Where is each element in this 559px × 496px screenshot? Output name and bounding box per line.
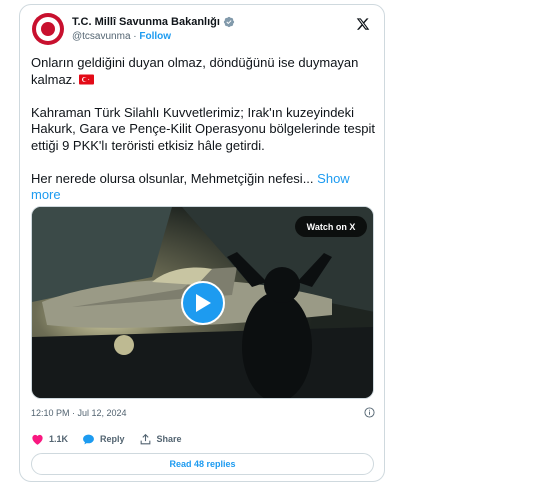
like-button[interactable]: 1.1K xyxy=(31,433,68,446)
like-count: 1.1K xyxy=(49,434,69,444)
watch-on-x-button[interactable]: Watch on X xyxy=(295,216,367,237)
author-name-row: T.C. Millî Savunma Bakanlığı xyxy=(72,16,235,28)
author-handle[interactable]: @tcsavunma xyxy=(72,31,131,42)
share-button[interactable]: Share xyxy=(139,433,182,446)
video-thumbnail[interactable]: Watch on X xyxy=(31,206,374,399)
play-button[interactable] xyxy=(181,281,225,325)
avatar[interactable] xyxy=(32,13,64,45)
turkey-flag-icon xyxy=(78,74,94,84)
embedded-post-card: T.C. Millî Savunma Bakanlığı @tcsavunma … xyxy=(19,4,385,482)
reply-button[interactable]: Reply xyxy=(82,433,125,446)
reply-label: Reply xyxy=(100,434,125,444)
share-label: Share xyxy=(156,434,182,444)
avatar-emblem xyxy=(36,17,60,41)
post-text: Onların geldiğini duyan olmaz, döndüğünü… xyxy=(31,55,375,204)
reply-icon xyxy=(83,434,94,444)
verified-badge-icon xyxy=(223,16,235,28)
timestamp-row: 12:10 PM · Jul 12, 2024 xyxy=(31,406,375,420)
post-header: T.C. Millî Savunma Bakanlığı @tcsavunma … xyxy=(32,13,372,47)
author-name[interactable]: T.C. Millî Savunma Bakanlığı xyxy=(72,16,220,28)
handle-row: @tcsavunma · Follow xyxy=(72,31,171,42)
x-logo-icon[interactable] xyxy=(356,17,370,31)
heart-icon xyxy=(32,434,43,445)
action-bar: 1.1K Reply Share xyxy=(31,431,196,447)
post-paragraph-2: Kahraman Türk Silahlı Kuvvetlerimiz; Ira… xyxy=(31,104,375,153)
post-timestamp[interactable]: 12:10 PM · Jul 12, 2024 xyxy=(31,408,127,418)
info-icon[interactable] xyxy=(364,407,375,418)
post-paragraph-1: Onların geldiğini duyan olmaz, döndüğünü… xyxy=(31,55,359,87)
post-paragraph-3: Her nerede olursa olsunlar, Mehmetçiğin … xyxy=(31,170,350,203)
play-icon xyxy=(196,294,211,312)
follow-link[interactable]: Follow xyxy=(139,31,171,42)
read-replies-button[interactable]: Read 48 replies xyxy=(31,453,374,475)
share-icon xyxy=(140,433,150,444)
